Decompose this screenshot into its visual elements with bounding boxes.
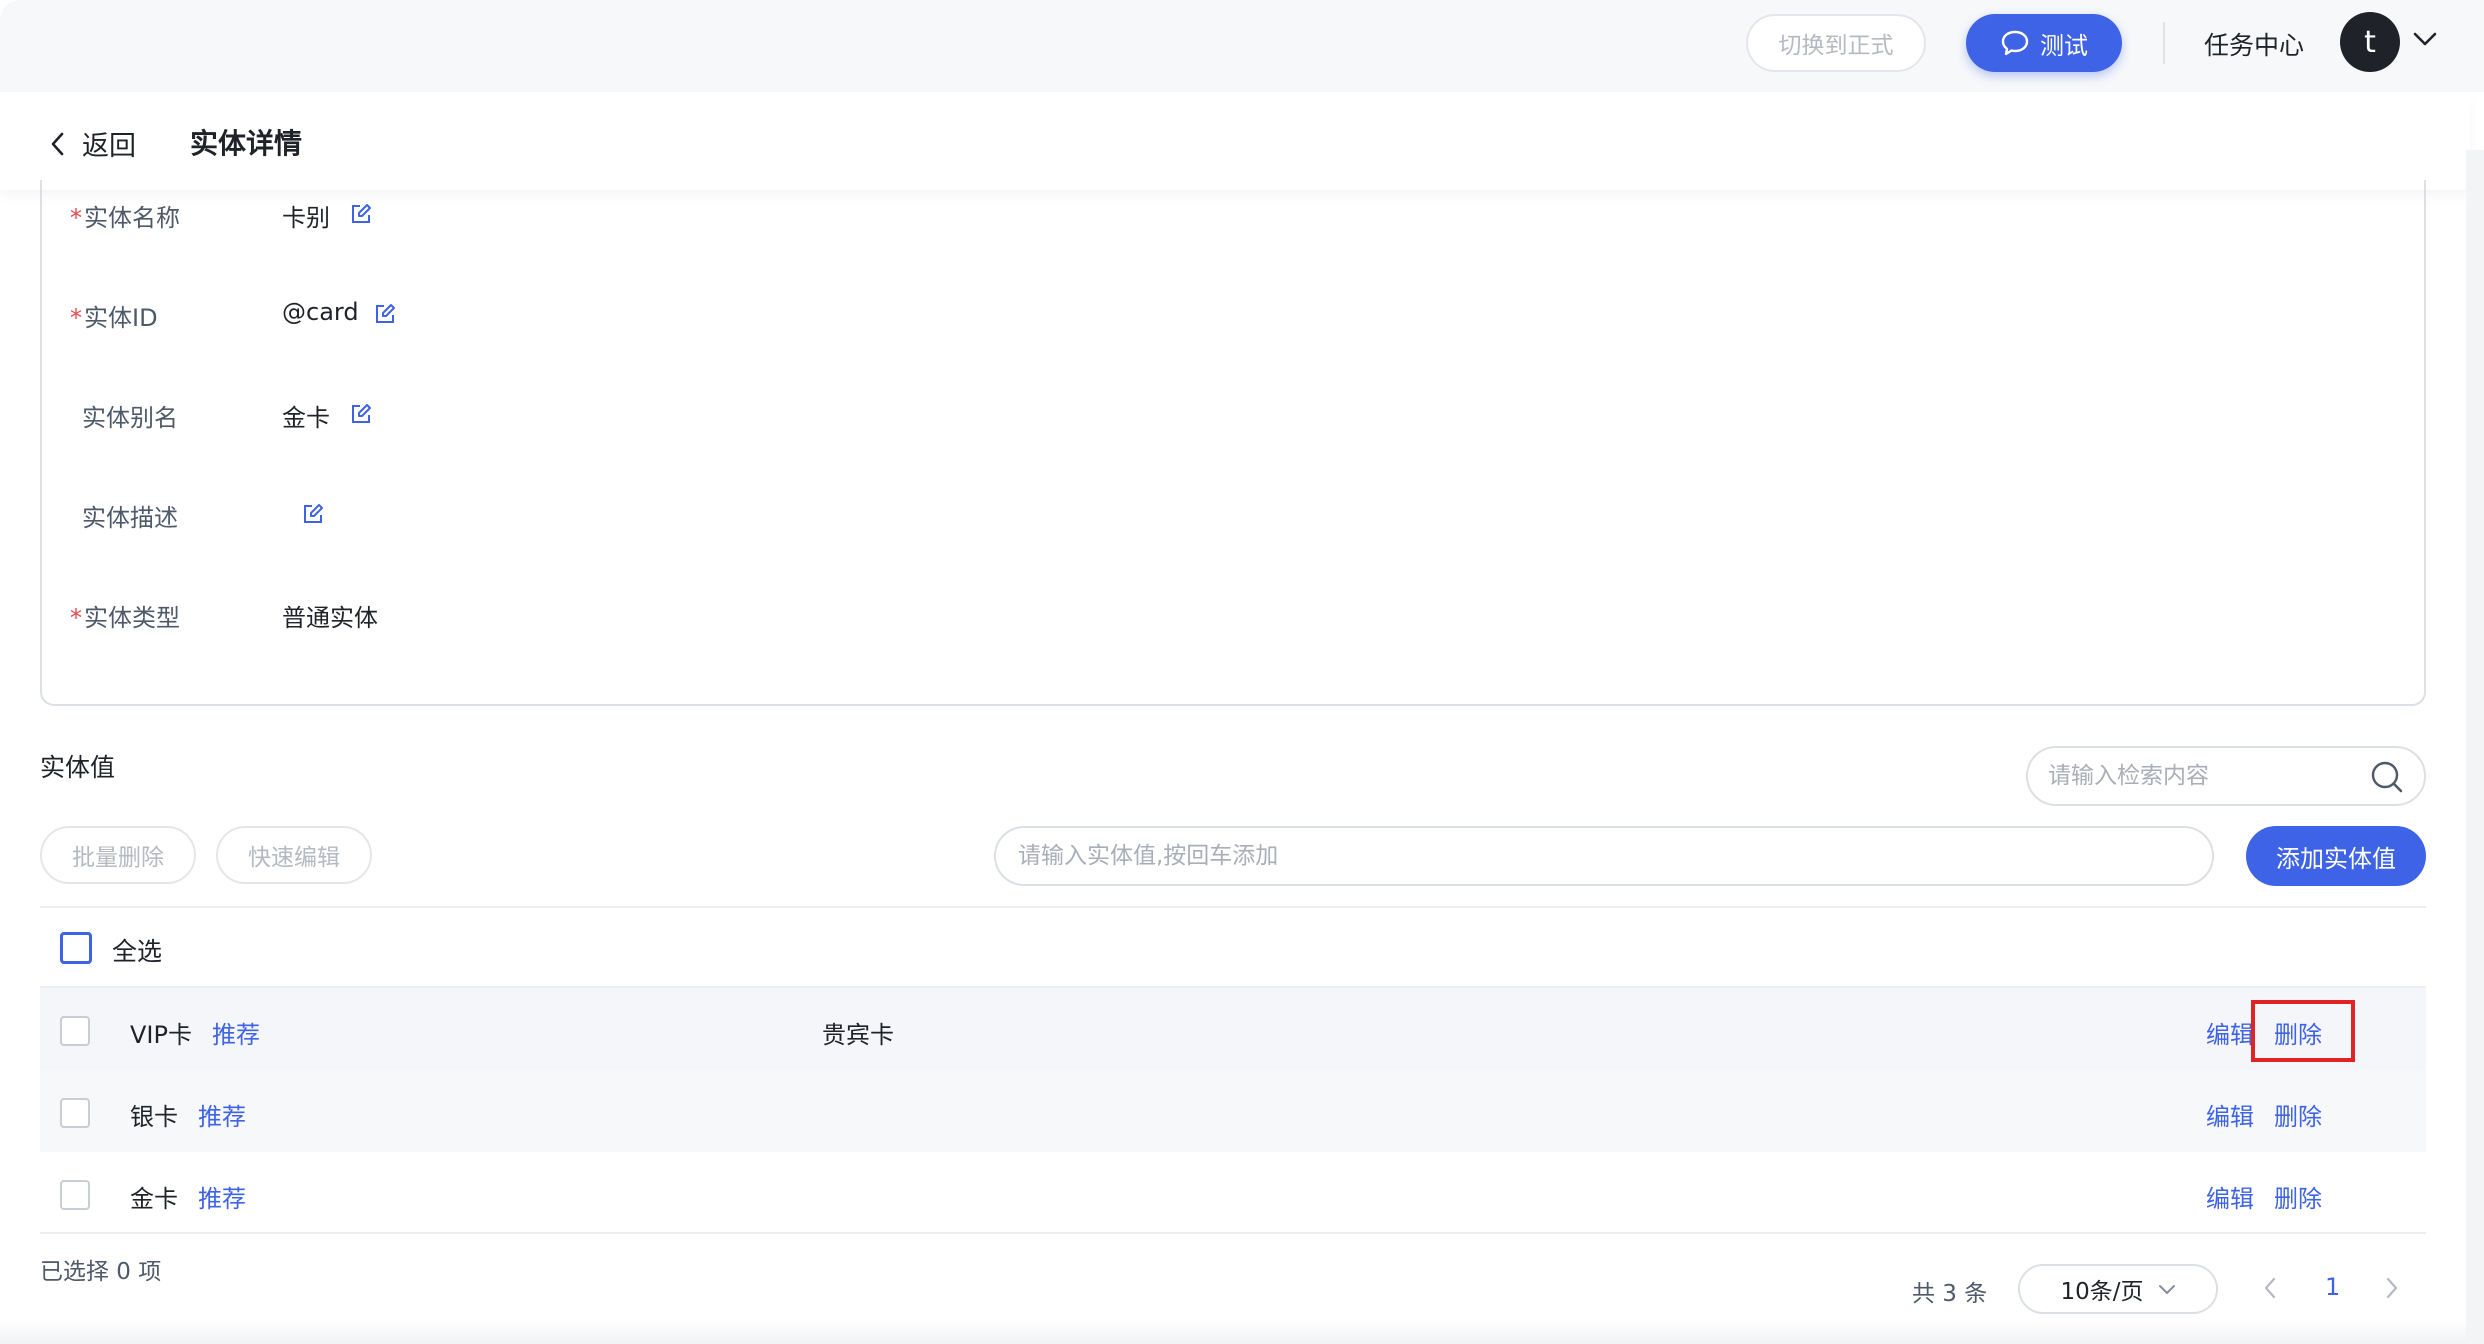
total-count: 共 3 条 [1912, 1281, 1988, 1307]
required-mark: * [70, 204, 82, 232]
entity-id-label-text: 实体ID [84, 304, 158, 332]
entity-alias-label: 实体别名 [82, 404, 178, 432]
required-mark: * [70, 604, 82, 632]
page-size-select[interactable]: 10条/页 [2018, 1264, 2218, 1314]
next-page-icon[interactable] [2384, 1276, 2400, 1300]
entity-name-label-text: 实体名称 [84, 204, 180, 232]
page-header [0, 92, 2470, 190]
back-label: 返回 [82, 131, 136, 162]
chat-bubble-icon [2001, 30, 2029, 56]
entity-detail-card [40, 180, 2426, 706]
chevron-left-icon [51, 132, 64, 155]
prev-page-icon[interactable] [2262, 1276, 2278, 1300]
chevron-down-icon [2158, 1285, 2175, 1294]
bottom-fade [0, 1318, 2466, 1344]
delete-link[interactable]: 删除 [2274, 1097, 2322, 1132]
user-avatar[interactable]: t [2340, 12, 2400, 72]
divider [40, 1232, 2426, 1234]
add-entity-value-button[interactable]: 添加实体值 [2246, 826, 2426, 886]
test-button[interactable]: 测试 [1966, 14, 2122, 72]
back-button[interactable]: 返回 [50, 124, 136, 163]
edit-icon[interactable] [302, 503, 324, 525]
entity-type-label-text: 实体类型 [84, 604, 180, 632]
edit-link[interactable]: 编辑 [2206, 1097, 2254, 1132]
task-center-link[interactable]: 任务中心 [2204, 26, 2304, 62]
edit-link[interactable]: 编辑 [2206, 1015, 2254, 1050]
entity-value-name: 银卡 [130, 1103, 178, 1131]
header-divider [2163, 22, 2165, 64]
batch-delete-button[interactable]: 批量删除 [40, 826, 196, 884]
entity-alias-value: 金卡 [282, 404, 330, 432]
entity-values-title: 实体值 [40, 753, 116, 782]
add-entity-value-box [994, 826, 2214, 886]
edit-icon[interactable] [350, 203, 372, 225]
entity-value-synonym: 贵宾卡 [822, 1021, 894, 1049]
recommend-link[interactable]: 推荐 [198, 1179, 246, 1214]
required-mark: * [70, 304, 82, 332]
entity-type-label: *实体类型 [70, 598, 180, 633]
edit-link[interactable]: 编辑 [2206, 1179, 2254, 1214]
recommend-link[interactable]: 推荐 [212, 1015, 260, 1050]
page-size-value: 10条/页 [2060, 1279, 2144, 1305]
search-icon[interactable] [2370, 760, 2404, 794]
table-row [40, 988, 2426, 1070]
row-checkbox[interactable] [60, 1016, 90, 1046]
chevron-down-icon[interactable] [2412, 30, 2438, 48]
entity-name-label: *实体名称 [70, 198, 180, 233]
switch-to-production-button[interactable]: 切换到正式 [1746, 14, 1926, 72]
entity-name-value: 卡别 [282, 204, 330, 232]
select-all-checkbox[interactable] [60, 932, 92, 964]
select-all-label: 全选 [112, 937, 163, 966]
search-input[interactable] [2048, 748, 2368, 804]
page-number[interactable]: 1 [2325, 1273, 2340, 1301]
recommend-link[interactable]: 推荐 [198, 1097, 246, 1132]
row-checkbox[interactable] [60, 1098, 90, 1128]
table-row [40, 1152, 2426, 1234]
search-box [2026, 746, 2426, 806]
divider [40, 906, 2426, 908]
add-entity-value-input[interactable] [1018, 828, 2188, 884]
row-checkbox[interactable] [60, 1180, 90, 1210]
entity-description-label: 实体描述 [82, 504, 178, 532]
delete-link[interactable]: 删除 [2274, 1179, 2322, 1214]
selected-count: 已选择 0 项 [40, 1259, 162, 1285]
edit-icon[interactable] [350, 403, 372, 425]
page-title: 实体详情 [190, 127, 303, 160]
table-row [40, 1070, 2426, 1152]
entity-value-name: 金卡 [130, 1185, 178, 1213]
edit-icon[interactable] [374, 303, 396, 325]
entity-value-name: VIP卡 [130, 1021, 192, 1049]
test-button-label: 测试 [2040, 31, 2088, 60]
page-scrollbar[interactable] [2466, 150, 2484, 1344]
entity-id-value: @card [282, 298, 359, 326]
quick-edit-button[interactable]: 快速编辑 [216, 826, 372, 884]
entity-id-label: *实体ID [70, 298, 158, 333]
entity-type-value: 普通实体 [282, 604, 378, 632]
delete-highlight-box [2251, 1000, 2355, 1062]
